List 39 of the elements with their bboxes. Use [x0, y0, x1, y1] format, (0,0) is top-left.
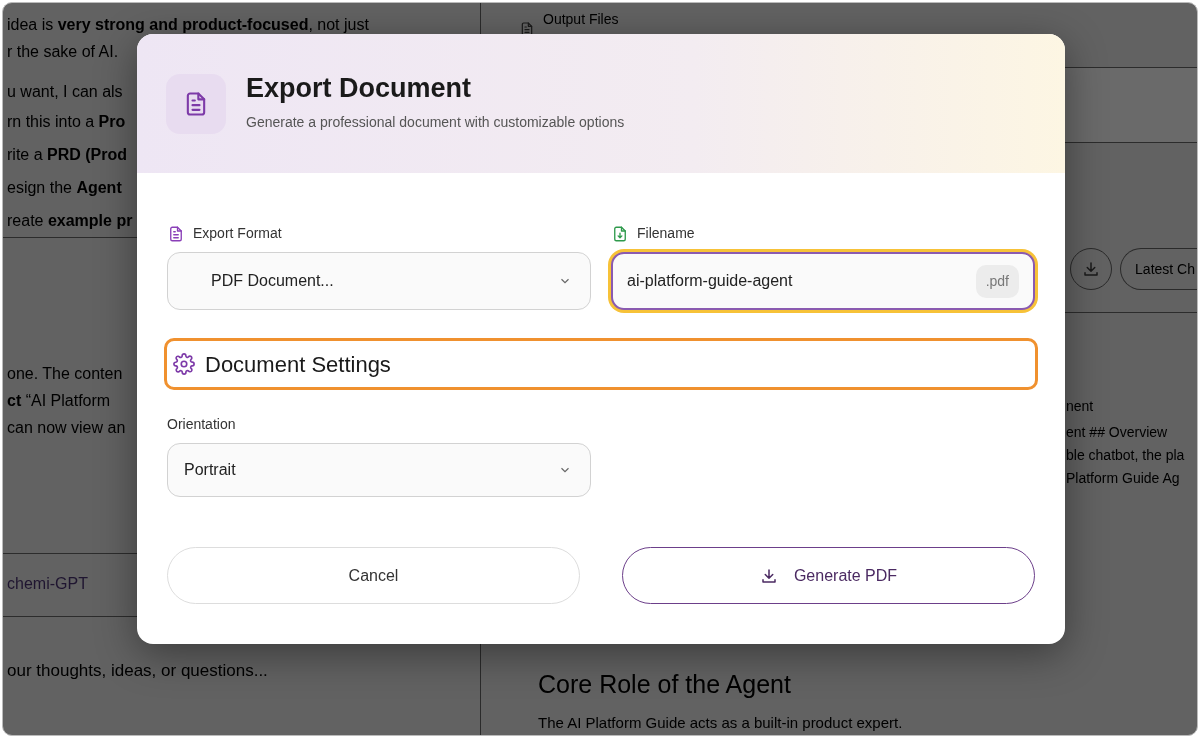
preview-text: ble chatbot, the pla — [1066, 446, 1186, 465]
message-field[interactable]: our thoughts, ideas, or questions... — [5, 657, 335, 685]
chat-text: u want, I can als — [7, 82, 123, 102]
field-label: Orientation — [167, 415, 237, 434]
settings-icon — [173, 353, 195, 375]
orientation-select[interactable]: Portrait — [167, 443, 591, 497]
section-title: Document Settings — [205, 350, 391, 379]
section-heading: Core Role of the Agent — [538, 669, 791, 700]
chat-text: rn this into a Pro — [7, 112, 126, 132]
chat-text: esign the Agent — [7, 178, 122, 198]
chat-text: rite a PRD (Prod — [7, 145, 127, 165]
preview-text: nent — [1066, 397, 1095, 416]
filename-field[interactable]: ai-platform-guide-agent .pdf — [611, 252, 1035, 310]
preview-text: ent ## Overview — [1066, 423, 1169, 442]
document-icon — [167, 224, 185, 243]
chat-text: can now view an — [7, 418, 126, 438]
file-icon — [519, 21, 535, 37]
field-value: ai-platform-guide-agent — [627, 271, 793, 291]
format-select[interactable]: PDF Document... — [167, 252, 591, 310]
chat-text: r the sake of AI. — [7, 42, 119, 62]
chat-text: one. The conten — [7, 364, 123, 384]
chat-text: ct “AI Platform — [7, 391, 111, 411]
chat-text: reate example pr — [7, 211, 133, 231]
dialog-title: Export Document — [246, 74, 473, 104]
generate-button[interactable]: Generate PDF — [622, 547, 1035, 604]
preview-text: Platform Guide Ag — [1066, 469, 1181, 488]
document-icon — [166, 73, 226, 134]
download-icon — [1082, 260, 1101, 278]
dialog-subtitle: Generate a professional document with customizable options — [246, 112, 625, 132]
field-label: Export Format — [193, 224, 282, 243]
cancel-button[interactable]: Cancel — [167, 547, 580, 604]
panel-title: Output Files — [543, 10, 619, 29]
field-label: Filename — [637, 224, 695, 243]
chat-text: idea is very strong and product-focused, not just — [7, 15, 369, 35]
file-download-icon — [611, 224, 629, 243]
model-label: chemi-GPT — [7, 575, 88, 592]
download-icon — [759, 566, 778, 585]
extension-label: .pdf — [975, 264, 1019, 298]
section-paragraph: The AI Platform Guide acts as a built-in product expert. — [538, 712, 903, 733]
